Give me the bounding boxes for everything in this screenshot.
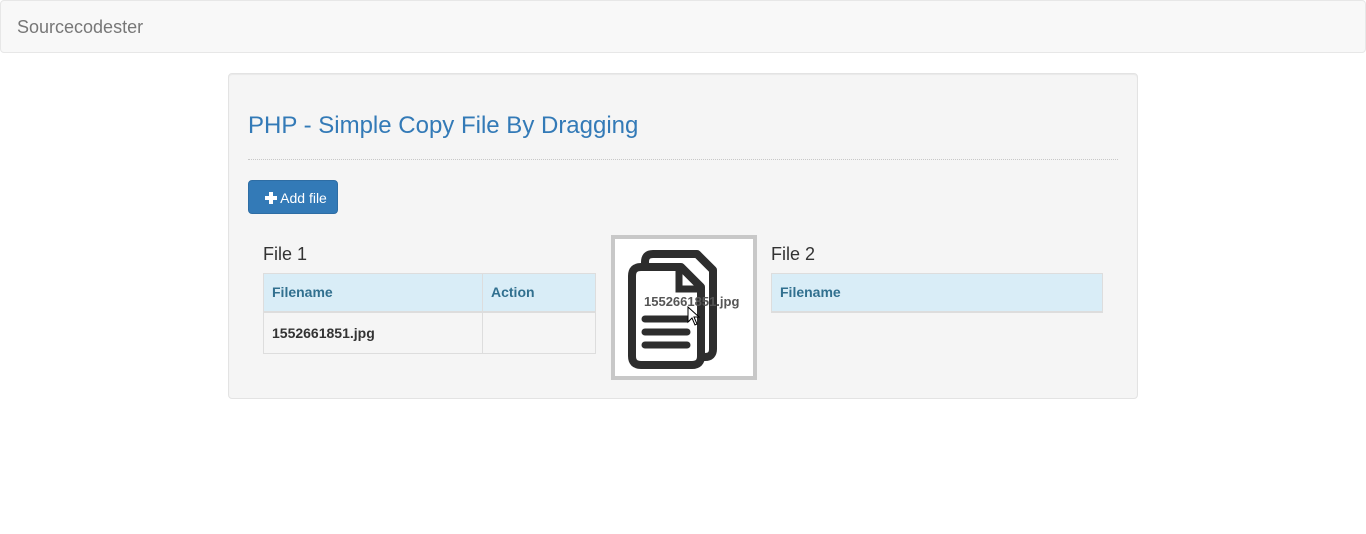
column-header-filename: Filename [263, 273, 483, 313]
table-row[interactable]: 1552661851.jpg [263, 311, 596, 354]
navbar: Sourcecodester [0, 0, 1366, 53]
cursor-icon [687, 306, 701, 326]
column-header-action: Action [482, 273, 596, 313]
add-file-button-label: Add file [280, 190, 327, 206]
page-title: PHP - Simple Copy File By Dragging [248, 112, 639, 139]
navbar-brand[interactable]: Sourcecodester [17, 17, 143, 37]
main-panel: PHP - Simple Copy File By Dragging Add f… [228, 73, 1138, 399]
plus-icon [265, 192, 278, 204]
file1-table-header-row: Filename Action [263, 273, 596, 313]
file1-table: Filename Action 1552661851.jpg [263, 273, 596, 354]
divider [248, 159, 1118, 160]
file2-table-header-row: Filename [771, 273, 1103, 313]
file1-heading: File 1 [263, 244, 308, 264]
file2-table[interactable]: Filename [771, 273, 1103, 313]
filename-cell[interactable]: 1552661851.jpg [263, 311, 483, 354]
file2-heading: File 2 [771, 244, 816, 264]
add-file-button[interactable]: Add file [248, 180, 338, 214]
column-header-filename: Filename [771, 273, 1103, 313]
action-cell [482, 311, 596, 354]
